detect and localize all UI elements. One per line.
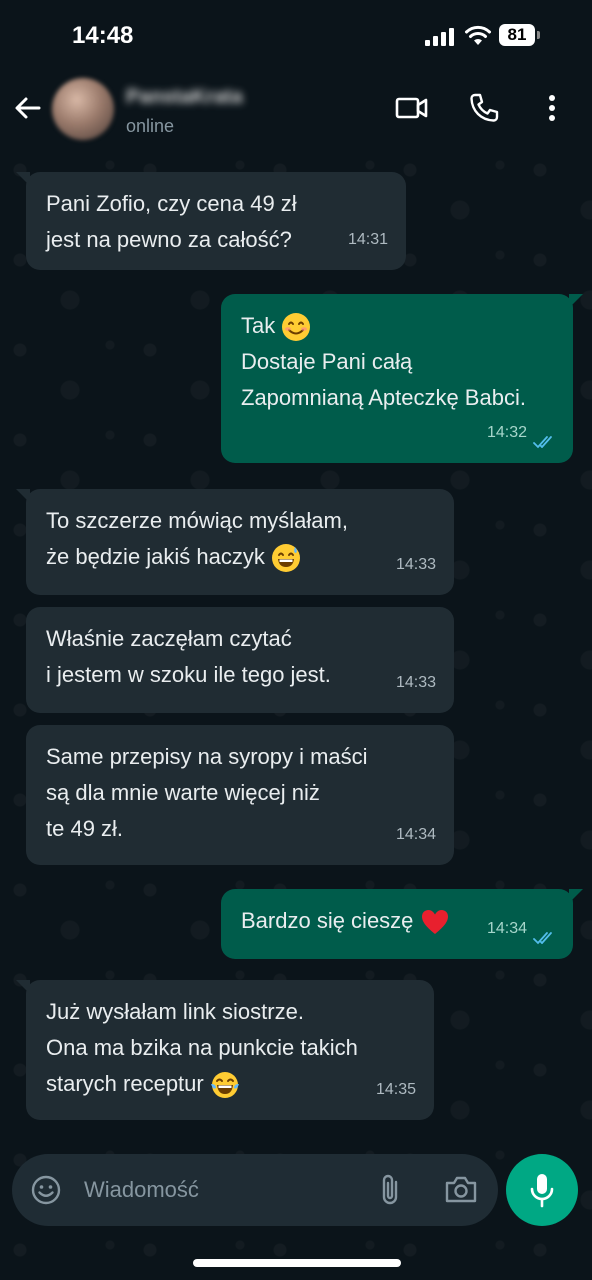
message-text: Dostaje Pani całą Zapomnianą Apteczkę Ba… xyxy=(241,349,526,410)
chat-header: PanstaKrata online xyxy=(0,72,592,150)
cellular-signal-icon xyxy=(425,28,457,46)
camera-icon[interactable] xyxy=(444,1174,478,1204)
message-time: 14:33 xyxy=(395,674,436,691)
message-time: 14:34 xyxy=(395,826,436,843)
message-text: Bardzo się cieszę xyxy=(241,908,414,933)
attachment-paperclip-icon[interactable] xyxy=(376,1172,404,1208)
message-time: 14:35 xyxy=(375,1081,416,1098)
message-composer xyxy=(12,1154,498,1226)
contact-status: online xyxy=(126,116,175,136)
incoming-message[interactable]: Same przepisy na syropy i maści są dla m… xyxy=(26,725,454,865)
contact-name[interactable]: PanstaKrata xyxy=(126,86,243,109)
grinning-sweat-emoji xyxy=(272,544,301,573)
message-text: Tak xyxy=(241,313,276,338)
incoming-message[interactable]: Już wysłałam link siostrze. Ona ma bzika… xyxy=(16,980,434,1120)
red-heart-emoji xyxy=(421,910,448,935)
message-text-line: Tak xyxy=(241,308,553,344)
voice-message-button[interactable] xyxy=(506,1154,578,1226)
home-indicator[interactable] xyxy=(193,1259,401,1267)
tears-of-joy-emoji xyxy=(210,1072,239,1099)
microphone-icon xyxy=(530,1174,554,1208)
message-text-block: To szczerze mówiąc myślałam, że będzie j… xyxy=(46,503,434,575)
status-time: 14:48 xyxy=(72,22,134,49)
more-options-icon[interactable] xyxy=(540,92,564,124)
message-time: 14:34 xyxy=(486,920,527,937)
message-text: Same przepisy na syropy i maści są dla m… xyxy=(46,744,368,841)
message-text-block: Już wysłałam link siostrze. Ona ma bzika… xyxy=(46,994,414,1102)
status-bar: 14:48 81 xyxy=(0,0,592,72)
message-text: Pani Zofio, czy cena 49 zł jest na pewno… xyxy=(46,191,297,252)
message-time: 14:33 xyxy=(395,556,436,573)
back-arrow-icon[interactable] xyxy=(12,92,44,124)
message-text: Już wysłałam link siostrze. Ona ma bzika… xyxy=(46,999,358,1096)
message-time: 14:32 xyxy=(486,424,527,441)
read-receipt-icon xyxy=(533,932,552,945)
read-receipt-icon xyxy=(533,436,552,449)
battery-icon: 81 xyxy=(499,24,540,46)
message-time: 14:31 xyxy=(347,231,388,248)
smiling-face-emoji xyxy=(282,313,311,342)
emoji-picker-icon[interactable] xyxy=(30,1174,62,1206)
incoming-message[interactable]: Właśnie zaczęłam czytać i jestem w szoku… xyxy=(26,607,454,713)
message-input[interactable] xyxy=(84,1170,364,1210)
contact-avatar[interactable] xyxy=(52,78,114,140)
wifi-icon xyxy=(465,25,491,45)
outgoing-message[interactable]: Bardzo się cieszę 14:34 xyxy=(221,889,583,959)
incoming-message[interactable]: To szczerze mówiąc myślałam, że będzie j… xyxy=(16,489,454,595)
message-text: Właśnie zaczęłam czytać i jestem w szoku… xyxy=(46,626,331,687)
incoming-message[interactable]: Pani Zofio, czy cena 49 zł jest na pewno… xyxy=(16,172,406,270)
video-call-icon[interactable] xyxy=(395,94,429,122)
message-text: To szczerze mówiąc myślałam, że będzie j… xyxy=(46,508,348,569)
outgoing-message[interactable]: Tak Dostaje Pani całą Zapomnianą Apteczk… xyxy=(221,294,583,463)
phone-call-icon[interactable] xyxy=(468,92,500,124)
